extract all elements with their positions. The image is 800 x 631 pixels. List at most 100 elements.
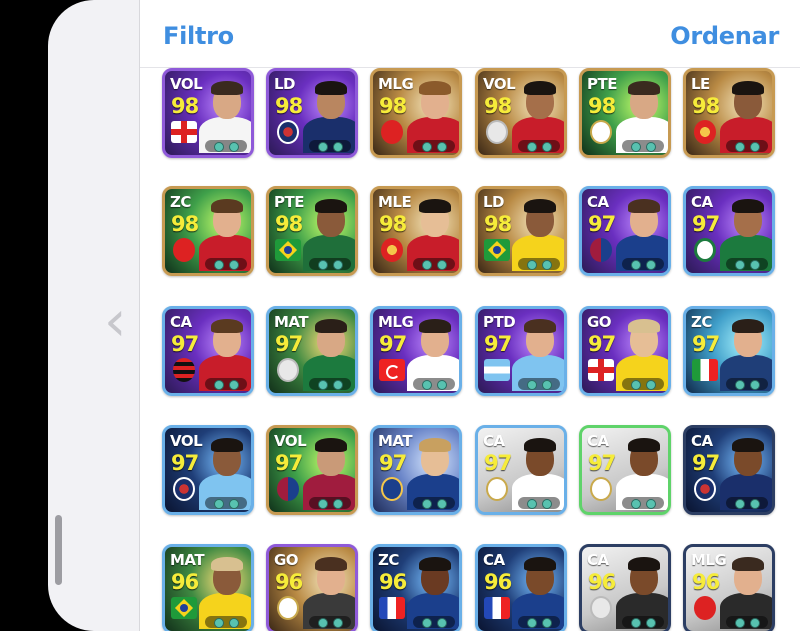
player-card[interactable]: CA 96 (475, 544, 567, 631)
player-portrait (405, 195, 459, 271)
skill-indicator-icon (413, 616, 455, 628)
player-rating: 98 (171, 212, 199, 236)
player-rating: 97 (692, 451, 720, 475)
player-rating: 97 (275, 451, 303, 475)
player-portrait (301, 77, 355, 153)
chevron-left-icon[interactable]: ‹ (104, 292, 134, 352)
player-card[interactable]: CA 97 (162, 306, 254, 396)
player-card[interactable]: CA 97 (683, 186, 775, 276)
player-card[interactable]: MLG 98 (370, 68, 462, 158)
player-card[interactable]: GO 96 (266, 544, 358, 631)
player-position: PTD (483, 313, 516, 331)
player-card[interactable]: PTE 98 (266, 186, 358, 276)
skill-indicator-icon (205, 378, 247, 390)
player-card[interactable]: PTD 97 (475, 306, 567, 396)
player-portrait (614, 77, 668, 153)
player-card[interactable]: ZC 97 (683, 306, 775, 396)
player-portrait (510, 77, 564, 153)
player-position: CA (587, 193, 609, 211)
player-rating: 98 (171, 94, 199, 118)
skill-indicator-icon (413, 258, 455, 270)
skill-indicator-icon (518, 378, 560, 390)
club-crest-icon (277, 358, 299, 382)
scroll-handle[interactable] (55, 515, 62, 585)
player-position: MLG (691, 551, 727, 569)
player-rating: 96 (588, 570, 616, 594)
player-card[interactable]: CA 97 (475, 425, 567, 515)
player-portrait (510, 434, 564, 510)
club-crest-icon (381, 238, 403, 262)
player-position: CA (483, 432, 505, 450)
player-rating: 97 (588, 332, 616, 356)
player-card[interactable]: MLG 96 (683, 544, 775, 631)
player-rating: 98 (275, 212, 303, 236)
club-crest-icon (277, 596, 299, 620)
player-position: CA (691, 432, 713, 450)
player-portrait (405, 77, 459, 153)
list-header: Filtro Ordenar (140, 0, 800, 68)
player-card[interactable]: ZC 96 (370, 544, 462, 631)
skill-indicator-icon (726, 140, 768, 152)
skill-indicator-icon (309, 140, 351, 152)
nation-flag-icon (484, 359, 510, 381)
player-card[interactable]: CA 97 (579, 425, 671, 515)
filter-button[interactable]: Filtro (163, 22, 234, 50)
player-rating: 97 (484, 332, 512, 356)
player-position: LD (483, 193, 505, 211)
player-rating: 98 (692, 94, 720, 118)
sort-button[interactable]: Ordenar (670, 22, 779, 50)
player-position: ZC (378, 551, 399, 569)
player-card[interactable]: LD 98 (475, 186, 567, 276)
club-crest-icon (277, 120, 299, 144)
player-card[interactable]: CA 97 (579, 186, 671, 276)
skill-indicator-icon (622, 258, 664, 270)
player-position: LE (691, 75, 710, 93)
skill-indicator-icon (309, 258, 351, 270)
player-position: CA (483, 551, 505, 569)
club-crest-icon (694, 596, 716, 620)
player-rating: 97 (588, 451, 616, 475)
player-position: VOL (274, 432, 307, 450)
player-portrait (197, 315, 251, 391)
player-card[interactable]: MLG 97 (370, 306, 462, 396)
skill-indicator-icon (309, 616, 351, 628)
player-rating: 97 (588, 212, 616, 236)
player-card[interactable]: GO 97 (579, 306, 671, 396)
player-position: VOL (483, 75, 516, 93)
player-card[interactable]: LE 98 (683, 68, 775, 158)
player-rating: 98 (379, 94, 407, 118)
player-portrait (614, 434, 668, 510)
player-card[interactable]: MLE 98 (370, 186, 462, 276)
nation-flag-icon (692, 359, 718, 381)
player-card[interactable]: VOL 98 (162, 68, 254, 158)
club-crest-icon (590, 238, 612, 262)
player-portrait (301, 434, 355, 510)
player-position: CA (691, 193, 713, 211)
player-portrait (718, 195, 772, 271)
player-card[interactable]: MAT 97 (266, 306, 358, 396)
player-rating: 97 (171, 332, 199, 356)
club-crest-icon (381, 477, 403, 501)
player-card[interactable]: LD 98 (266, 68, 358, 158)
nation-flag-icon (588, 359, 614, 381)
nation-flag-icon (275, 239, 301, 261)
skill-indicator-icon (518, 140, 560, 152)
player-card[interactable]: MAT 96 (162, 544, 254, 631)
player-card[interactable]: PTE 98 (579, 68, 671, 158)
player-rating: 96 (484, 570, 512, 594)
player-portrait (197, 195, 251, 271)
player-card[interactable]: ZC 98 (162, 186, 254, 276)
player-position: PTE (274, 193, 304, 211)
skill-indicator-icon (413, 140, 455, 152)
player-card[interactable]: CA 96 (579, 544, 671, 631)
player-card[interactable]: VOL 97 (162, 425, 254, 515)
player-card[interactable]: VOL 97 (266, 425, 358, 515)
player-rating: 97 (484, 451, 512, 475)
player-card[interactable]: MAT 97 (370, 425, 462, 515)
player-card[interactable]: VOL 98 (475, 68, 567, 158)
club-crest-icon (381, 120, 403, 144)
player-card[interactable]: CA 97 (683, 425, 775, 515)
player-portrait (718, 315, 772, 391)
player-rating: 97 (171, 451, 199, 475)
player-rating: 97 (379, 332, 407, 356)
